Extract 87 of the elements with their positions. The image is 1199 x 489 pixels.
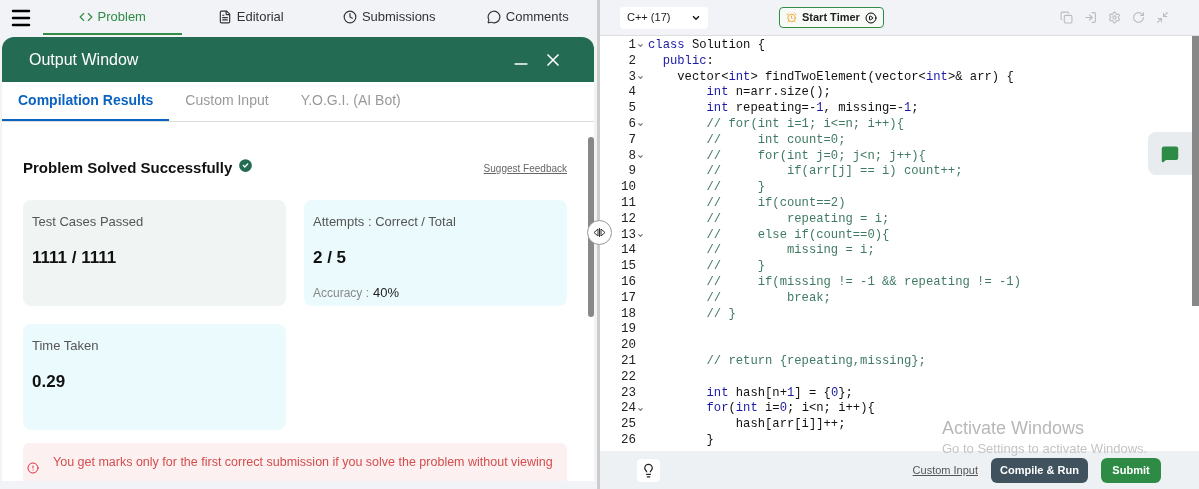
stat-label: Time Taken [32, 336, 100, 355]
code-line: // if(arr[j] == i) count++; [705, 164, 963, 179]
line-number: 14 [621, 243, 636, 260]
accuracy-value: 40% [373, 283, 400, 302]
line-number: 13 [621, 227, 636, 244]
lightbulb-icon [641, 462, 656, 478]
play-icon [864, 11, 877, 24]
line-number: 3 [628, 69, 636, 86]
status-heading: Problem Solved Successfully [23, 158, 233, 178]
line-number: 16 [621, 274, 636, 291]
nav-tab[interactable]: Comments [458, 0, 597, 35]
start-timer-button[interactable]: Start Timer [779, 7, 884, 28]
line-number: 17 [621, 290, 636, 307]
code-line: class Solution { [648, 38, 766, 52]
code-line: } [705, 432, 714, 447]
code-line: int repeating=-1, missing=-1; [705, 101, 919, 116]
activation-title: Activate Windows [942, 417, 1086, 439]
speech-bubble-icon [486, 9, 501, 24]
code-line: // } [705, 306, 736, 321]
activation-subtitle: Go to Settings to activate Windows. [942, 440, 1148, 458]
code-line: // if(missing != -1 && repeating != -1) [705, 274, 1021, 289]
alarm-clock-icon [786, 12, 797, 23]
line-number: 25 [621, 417, 636, 433]
code-line: // int count=0; [705, 132, 846, 147]
code-line: int hash[n+1] = {0}; [705, 385, 853, 400]
chat-icon [1161, 144, 1179, 163]
line-number: 7 [628, 132, 636, 149]
line-number: 8 [628, 148, 636, 165]
line-number: 23 [621, 385, 636, 402]
code-line: for(int i=0; i<n; i++){ [705, 401, 875, 416]
submit-button[interactable]: Submit [1101, 457, 1161, 483]
line-number: 15 [621, 259, 636, 275]
code-line: vector<int> findTwoElement(vector<int>& arr) { [676, 69, 1014, 84]
stat-value: 1111 / 1111 [32, 247, 118, 269]
code-line: // if(count==2) [705, 195, 846, 210]
chat-button[interactable] [1148, 132, 1192, 175]
check-icon [237, 157, 255, 174]
line-number: 18 [621, 306, 636, 323]
line-number: 5 [628, 101, 636, 117]
code-line: // repeating = i; [705, 211, 890, 226]
stat-value: 0.29 [32, 371, 67, 393]
line-number: 2 [628, 53, 636, 70]
line-number: 4 [628, 85, 636, 102]
stat-label: Attempts : Correct / Total [313, 212, 457, 231]
code-line: // break; [705, 290, 831, 305]
line-number: 1 [628, 38, 636, 54]
document-icon [217, 9, 232, 24]
line-number: 11 [621, 195, 636, 212]
code-line: // } [705, 180, 766, 195]
notice-text: You get marks only for the first correct submission if you solve the problem without viewing [53, 453, 553, 471]
line-number: 19 [621, 322, 636, 339]
compile-run-button[interactable]: Compile & Run [991, 457, 1088, 483]
line-number: 20 [621, 338, 636, 354]
code-line: // missing = i; [705, 243, 875, 258]
suggest-feedback-link[interactable]: Suggest Feedback [483, 161, 567, 176]
code-line: int n=arr.size(); [705, 85, 831, 100]
line-number: 12 [621, 211, 636, 228]
code-line: public: [661, 53, 714, 68]
code-line: // else if(count==0){ [705, 227, 890, 242]
code-line: // } [705, 259, 766, 274]
line-number: 26 [621, 432, 636, 449]
scrollbar-thumb[interactable] [1192, 36, 1199, 306]
line-number: 22 [621, 369, 636, 386]
code-line: // return {repeating,missing}; [705, 353, 926, 368]
custom-input-link[interactable]: Custom Input [912, 461, 978, 479]
nav-tab[interactable]: Editorial [181, 0, 320, 35]
stat-value: 2 / 5 [313, 247, 348, 269]
code-line: // for(int i=1; i<=n; i++){ [705, 117, 904, 131]
code-line: hash[arr[i]]++; [734, 417, 846, 432]
line-number: 21 [621, 353, 636, 370]
nav-tab[interactable]: Submissions [320, 0, 459, 35]
scrollbar-thumb[interactable] [588, 137, 594, 317]
line-number: 6 [628, 117, 636, 133]
hint-button[interactable] [637, 458, 660, 482]
window-title: Output Window [29, 49, 140, 70]
line-number: 24 [621, 401, 636, 418]
nav-tab[interactable]: Problem [43, 0, 182, 35]
code-line: // for(int j=0; j<n; j++){ [705, 148, 926, 163]
stat-label: Test Cases Passed [32, 212, 145, 231]
language-select[interactable]: C++ (17) [620, 6, 708, 29]
accuracy-label: Accuracy : [313, 284, 369, 302]
line-number: 9 [628, 164, 636, 181]
clock-icon [342, 9, 357, 24]
alert-icon [27, 461, 39, 474]
line-number: 10 [621, 180, 636, 196]
output-tab[interactable]: Compilation Results [2, 82, 170, 121]
resize-icon [593, 228, 606, 237]
